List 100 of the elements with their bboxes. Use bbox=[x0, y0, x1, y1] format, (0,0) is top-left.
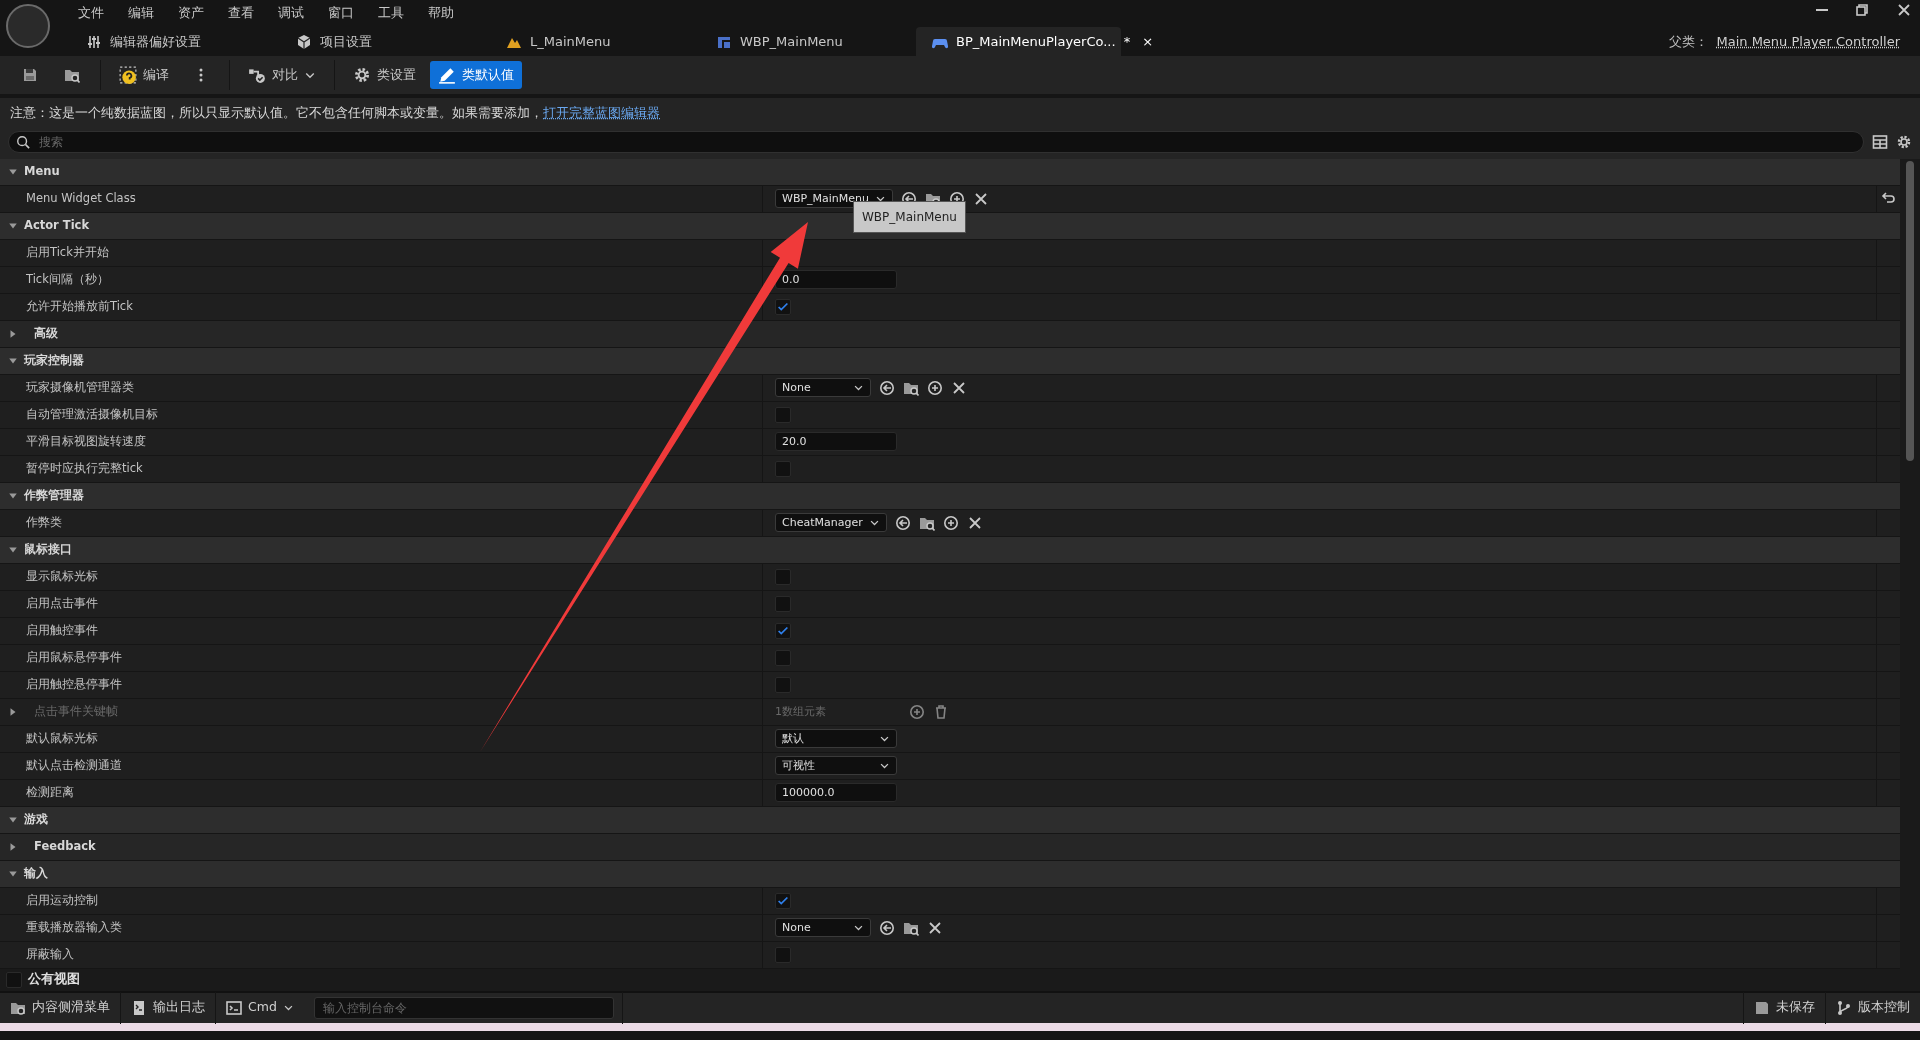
property-label: 允许开始播放前Tick bbox=[26, 298, 133, 316]
tab-label: WBP_MainMenu bbox=[740, 32, 843, 51]
use-selected-button[interactable] bbox=[879, 379, 895, 396]
menu-item[interactable]: 帮助 bbox=[416, 0, 466, 24]
settings-button[interactable] bbox=[1896, 133, 1912, 150]
menu-item[interactable]: 资产 bbox=[166, 0, 216, 24]
property-label: 启用鼠标悬停事件 bbox=[26, 649, 122, 667]
category-label[interactable]: 鼠标接口 bbox=[24, 541, 72, 559]
checkbox[interactable] bbox=[775, 298, 791, 315]
restore-icon bbox=[1854, 2, 1870, 18]
add-button[interactable] bbox=[909, 703, 925, 720]
settings-icon bbox=[1896, 133, 1912, 150]
checkbox[interactable] bbox=[775, 892, 791, 909]
clear-button[interactable] bbox=[973, 190, 990, 207]
checkbox[interactable] bbox=[775, 595, 791, 612]
delete-button[interactable] bbox=[933, 703, 949, 720]
property-label: 平滑目标视图旋转速度 bbox=[26, 433, 146, 451]
settings-icon bbox=[353, 66, 371, 84]
property-label: Tick间隔（秒） bbox=[26, 271, 109, 289]
clear-button[interactable] bbox=[951, 379, 967, 396]
table-view-button[interactable] bbox=[1872, 133, 1888, 150]
checkbox[interactable] bbox=[6, 971, 22, 988]
pencil-icon bbox=[438, 66, 456, 84]
menu-item[interactable]: 窗口 bbox=[316, 0, 366, 24]
menu-item[interactable]: 调试 bbox=[266, 0, 316, 24]
checkbox[interactable] bbox=[775, 649, 791, 666]
category-label[interactable]: 作弊管理器 bbox=[24, 487, 84, 505]
checkbox[interactable] bbox=[775, 460, 791, 477]
folder-search-icon bbox=[64, 67, 80, 83]
number-field[interactable]: 0.0 bbox=[775, 270, 897, 290]
category-label[interactable]: Actor Tick bbox=[24, 217, 90, 235]
add-icon bbox=[927, 379, 943, 396]
close-icon bbox=[927, 919, 943, 936]
modified-mark: * bbox=[1123, 32, 1131, 51]
use-selected-button[interactable] bbox=[894, 514, 911, 531]
logo-icon[interactable] bbox=[6, 4, 50, 48]
log-icon bbox=[131, 999, 147, 1016]
add-button[interactable] bbox=[942, 514, 959, 531]
close-icon bbox=[1896, 2, 1912, 18]
restore-button[interactable] bbox=[1854, 2, 1870, 18]
console-field[interactable]: 输入控制台命令 bbox=[313, 996, 614, 1019]
close-button[interactable] bbox=[1896, 2, 1912, 18]
property-label: Feedback bbox=[34, 838, 96, 856]
menu-item[interactable]: 查看 bbox=[216, 0, 266, 24]
editor-tab[interactable]: L_MainMenu bbox=[490, 27, 700, 56]
clear-button[interactable] bbox=[927, 919, 943, 936]
category-label[interactable]: 游戏 bbox=[24, 811, 48, 829]
editor-tab[interactable]: 编辑器偏好设置 bbox=[70, 27, 280, 56]
property-label: 高级 bbox=[34, 325, 58, 343]
checkbox[interactable] bbox=[775, 676, 791, 693]
minimize-icon bbox=[1816, 9, 1828, 11]
scrollbar-thumb[interactable] bbox=[1906, 160, 1914, 461]
class-dropdown[interactable]: None bbox=[775, 378, 871, 398]
tab-label: 项目设置 bbox=[320, 32, 372, 51]
parent-class-link[interactable]: Main Menu Player Controller bbox=[1716, 32, 1900, 52]
save-button[interactable] bbox=[22, 67, 38, 83]
compile-button[interactable]: 编译 bbox=[111, 61, 177, 89]
editor-tab[interactable]: WBP_MainMenu bbox=[700, 27, 910, 56]
editor-tab[interactable]: 项目设置 bbox=[280, 27, 490, 56]
menu-item[interactable]: 文件 bbox=[66, 0, 116, 24]
checkbox[interactable] bbox=[775, 946, 791, 963]
category-label[interactable]: 输入 bbox=[24, 865, 48, 883]
open-editor-link[interactable]: 打开完整蓝图编辑器 bbox=[543, 105, 660, 120]
add-button[interactable] bbox=[927, 379, 943, 396]
use-selected-button[interactable] bbox=[879, 919, 895, 936]
diff-button[interactable]: 对比 bbox=[240, 61, 324, 89]
property-label: 自动管理激活摄像机目标 bbox=[26, 406, 158, 424]
number-field[interactable]: 20.0 bbox=[775, 432, 897, 452]
tooltip: WBP_MainMenu bbox=[853, 200, 966, 233]
close-button[interactable]: × bbox=[1142, 31, 1154, 52]
dropdown[interactable]: 可视性 bbox=[775, 756, 897, 776]
browse-button[interactable] bbox=[64, 67, 80, 83]
branch-icon bbox=[1836, 999, 1852, 1016]
arrow-left-circle-icon bbox=[879, 919, 895, 936]
public-view-label: 公有视图 bbox=[28, 970, 80, 989]
checkbox[interactable] bbox=[775, 406, 791, 423]
class-dropdown[interactable]: None bbox=[775, 918, 871, 938]
clear-button[interactable] bbox=[966, 514, 983, 531]
class-dropdown[interactable]: CheatManager bbox=[775, 513, 887, 533]
defaults-button[interactable]: 类默认值 bbox=[430, 61, 522, 89]
checkbox[interactable] bbox=[775, 568, 791, 585]
menu-item[interactable]: 编辑 bbox=[116, 0, 166, 24]
property-label: 作弊类 bbox=[26, 514, 62, 532]
property-label: 启用触控悬停事件 bbox=[26, 676, 122, 694]
menu-item[interactable]: 工具 bbox=[366, 0, 416, 24]
arrow-left-circle-icon bbox=[879, 379, 895, 396]
search-field[interactable]: 搜索 bbox=[8, 130, 1864, 153]
compile-question-icon bbox=[119, 66, 137, 84]
dropdown[interactable]: 默认 bbox=[775, 729, 897, 749]
category-label[interactable]: 玩家控制器 bbox=[24, 352, 84, 370]
tab-label: BP_MainMenuPlayerCo... bbox=[956, 32, 1116, 51]
number-field[interactable]: 100000.0 bbox=[775, 783, 897, 803]
table-icon bbox=[1872, 133, 1888, 150]
cmd-button[interactable]: Cmd bbox=[216, 991, 304, 1024]
checkbox[interactable] bbox=[775, 622, 791, 639]
category-label[interactable]: Menu bbox=[24, 163, 60, 181]
property-label: 启用运动控制 bbox=[26, 892, 98, 910]
sliders-icon bbox=[86, 33, 102, 50]
settings-button[interactable]: 类设置 bbox=[345, 61, 424, 89]
notice-text: 注意：这是一个纯数据蓝图，所以只显示默认值。它不包含任何脚本或变量。如果需要添加，打开完整蓝图编辑器 bbox=[9, 104, 661, 122]
